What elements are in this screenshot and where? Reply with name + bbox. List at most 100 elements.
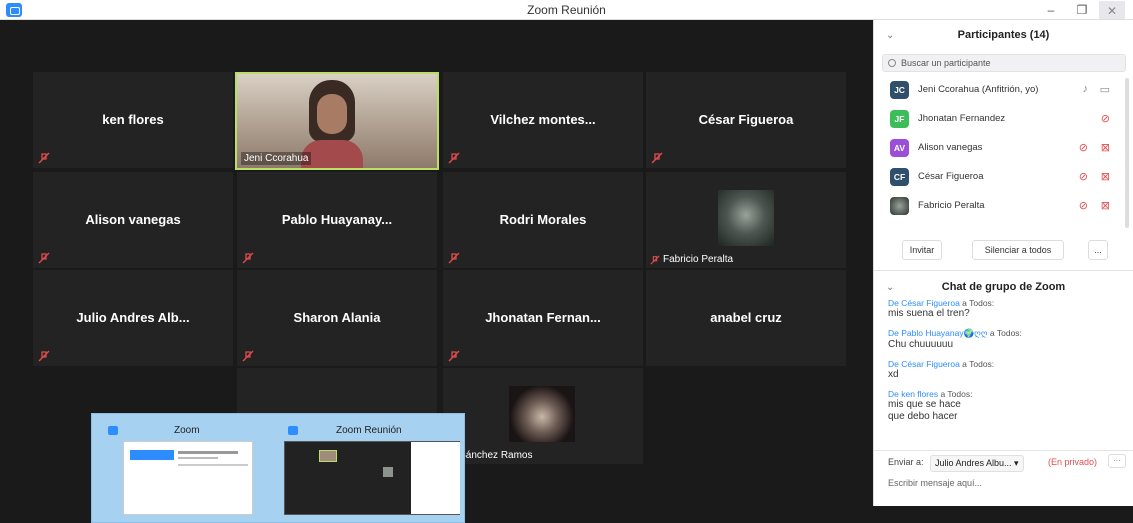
muted-mic-icon <box>38 252 50 264</box>
muted-mic-icon[interactable]: ⊘ <box>1079 199 1088 212</box>
muted-mic-icon <box>650 254 660 265</box>
participant-name: César Figueroa <box>698 112 794 127</box>
chat-title: Chat de grupo de Zoom <box>941 281 1066 293</box>
search-icon <box>888 59 896 67</box>
participant-name: Vilchez montes... <box>490 112 596 127</box>
video-camera-icon[interactable]: ▭ <box>1100 83 1110 96</box>
chat-message: De ken flores a Todos: mis que se hace q… <box>888 389 1124 423</box>
mute-all-button[interactable]: Silenciar a todos <box>972 240 1064 260</box>
participants-header: ⌄ Participantes (14) <box>874 20 1133 48</box>
video-tile[interactable]: ken flores <box>33 72 233 168</box>
zoom-app-icon <box>288 426 298 435</box>
video-off-icon[interactable]: ⊠ <box>1101 170 1110 183</box>
minimize-button[interactable]: – <box>1037 0 1065 20</box>
chat-message-input[interactable]: Escribir mensaje aquí... <box>888 478 982 488</box>
participant-name: Alison vanegas <box>85 212 181 227</box>
invite-button[interactable]: Invitar <box>902 240 942 260</box>
muted-mic-icon <box>38 350 50 362</box>
video-tile[interactable]: Alison vanegas <box>33 172 233 268</box>
maximize-button[interactable]: ❐ <box>1068 0 1096 20</box>
participant-list-scrollbar[interactable] <box>1125 78 1129 228</box>
muted-mic-icon <box>448 350 460 362</box>
video-gallery: ken flores Jeni Ccorahua Vilchez montes.… <box>0 20 873 523</box>
participant-name: Jhonatan Fernandez <box>918 113 1006 124</box>
video-tile[interactable]: bel Sánchez Ramos <box>443 368 643 464</box>
message-text: mis suena el tren? <box>888 308 970 319</box>
chat-divider <box>874 450 1133 451</box>
participant-name: Rodri Morales <box>499 212 587 227</box>
video-off-icon[interactable]: ⊠ <box>1101 141 1110 154</box>
side-panel: ⌄ Participantes (14) Buscar un participa… <box>873 20 1133 506</box>
video-tile[interactable]: Fabricio Peralta <box>646 172 846 268</box>
window-title: Zoom Reunión <box>527 3 606 17</box>
zoom-app-icon <box>108 426 118 435</box>
send-to-dropdown[interactable]: Julio Andres Albu... ▾ <box>930 455 1024 472</box>
video-tile[interactable]: César Figueroa <box>646 72 846 168</box>
participant-actions: Invitar Silenciar a todos ... <box>874 240 1133 264</box>
mic-icon[interactable]: ♪ <box>1083 83 1089 95</box>
participant-name: Jhonatan Fernan... <box>485 310 601 325</box>
participant-name: Sharon Alania <box>293 310 381 325</box>
active-speaker-tile[interactable]: Jeni Ccorahua <box>235 72 439 170</box>
title-bar: Zoom Reunión – ❐ ✕ <box>0 0 1133 20</box>
message-sender: De César Figueroa a Todos: <box>888 298 995 308</box>
participant-name: César Figueroa <box>918 171 984 182</box>
zoom-window: Zoom Reunión – ❐ ✕ ken flores Jeni Ccora… <box>0 0 1133 523</box>
participant-name-tag: Fabricio Peralta <box>650 254 733 265</box>
video-off-icon[interactable]: ⊠ <box>1101 199 1110 212</box>
chat-message: De Pablo Huayanay🌍ღღ a Todos: Chu chuuuu… <box>888 328 1124 351</box>
private-indicator: (En privado) <box>1048 457 1098 467</box>
video-tile[interactable]: Sharon Alania <box>237 270 437 366</box>
zoom-meeting-thumbnail[interactable] <box>284 441 460 515</box>
message-text: xd <box>888 369 899 380</box>
search-placeholder: Buscar un participante <box>901 58 991 68</box>
participant-search-input[interactable]: Buscar un participante <box>882 54 1126 72</box>
muted-mic-icon <box>242 252 254 264</box>
muted-mic-icon <box>448 152 460 164</box>
participant-name: Alison vanegas <box>918 142 983 153</box>
muted-mic-icon <box>38 152 50 164</box>
taskbar-preview-popup: Zoom Zoom Reunión <box>91 413 465 523</box>
profile-picture <box>509 386 575 442</box>
participant-name: Fabricio Peralta <box>663 254 734 265</box>
chat-more-button[interactable]: ··· <box>1108 454 1126 468</box>
participant-row[interactable]: CF César Figueroa ⊘ ⊠ <box>874 163 1124 192</box>
muted-mic-icon[interactable]: ⊘ <box>1079 141 1088 154</box>
participant-list: JC Jeni Ccorahua (Anfitrión, yo) ♪ ▭ JF … <box>874 76 1124 234</box>
video-tile[interactable]: Julio Andres Alb... <box>33 270 233 366</box>
close-button[interactable]: ✕ <box>1099 1 1125 19</box>
avatar: CF <box>890 168 909 186</box>
muted-mic-icon <box>448 252 460 264</box>
chat-messages: De César Figueroa a Todos: mis suena el … <box>888 298 1124 431</box>
participant-row[interactable]: JC Jeni Ccorahua (Anfitrión, yo) ♪ ▭ <box>874 76 1124 105</box>
video-tile[interactable]: Rodri Morales <box>443 172 643 268</box>
chat-message: De César Figueroa a Todos: mis suena el … <box>888 298 1124 320</box>
message-text: mis que se hace que debo hacer <box>888 399 961 422</box>
video-tile[interactable]: Jhonatan Fernan... <box>443 270 643 366</box>
muted-mic-icon[interactable]: ⊘ <box>1079 170 1088 183</box>
video-tile[interactable]: Vilchez montes... <box>443 72 643 168</box>
participant-row[interactable]: AV Alison vanegas ⊘ ⊠ <box>874 134 1124 163</box>
participant-row[interactable]: Fabricio Peralta ⊘ ⊠ <box>874 192 1124 221</box>
avatar: JC <box>890 81 909 99</box>
more-button[interactable]: ... <box>1088 240 1108 260</box>
participants-title: Participantes (14) <box>957 29 1050 41</box>
person-face <box>317 94 347 134</box>
muted-mic-icon[interactable]: ⊘ <box>1101 112 1110 125</box>
participant-name: Fabricio Peralta <box>918 200 985 211</box>
participant-name: Julio Andres Alb... <box>76 310 190 325</box>
video-tile[interactable]: anabel cruz <box>646 270 846 366</box>
thumbnail-title: Zoom Reunión <box>336 425 402 436</box>
video-tile[interactable]: Pablo Huayanay... <box>237 172 437 268</box>
participant-name: ken flores <box>102 112 164 127</box>
avatar: AV <box>890 139 909 157</box>
avatar <box>890 197 909 215</box>
participant-name: Jeni Ccorahua <box>241 152 312 165</box>
zoom-home-thumbnail[interactable] <box>123 441 253 515</box>
panel-divider <box>874 270 1133 271</box>
participant-name: anabel cruz <box>710 310 782 325</box>
send-to-label: Enviar a: <box>888 457 924 467</box>
participant-row[interactable]: JF Jhonatan Fernandez ⊘ <box>874 105 1124 134</box>
participant-name: Pablo Huayanay... <box>281 212 393 227</box>
message-sender: De César Figueroa a Todos: <box>888 359 995 369</box>
